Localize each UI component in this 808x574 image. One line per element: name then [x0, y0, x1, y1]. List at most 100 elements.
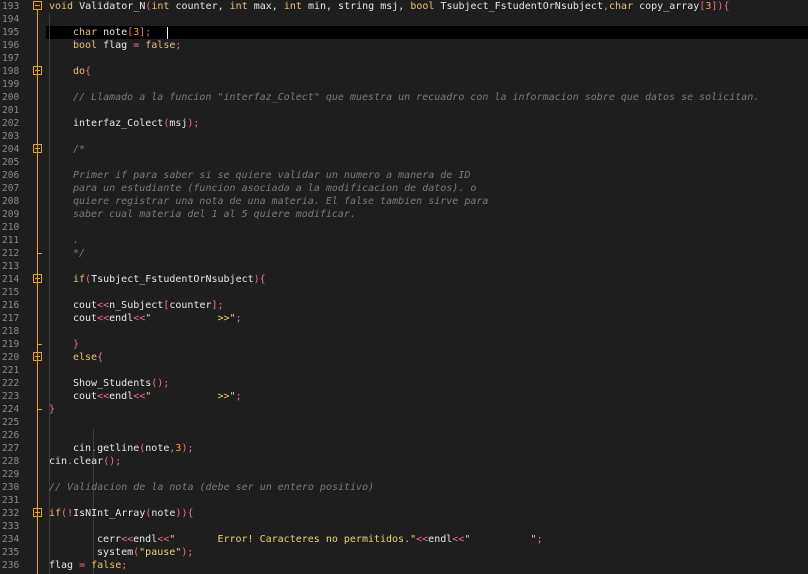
code-line[interactable]: 206 Primer if para saber si se quiere val…	[0, 169, 808, 182]
fold-end-marker	[37, 253, 42, 254]
code-line[interactable]: 210	[0, 221, 808, 234]
code-line[interactable]: 220 else{	[0, 351, 808, 364]
fold-toggle-icon[interactable]	[33, 352, 42, 361]
line-number: 235	[2, 547, 20, 558]
code-text: interfaz_Colect(msj);	[73, 118, 200, 129]
code-line[interactable]: 223 cout<<endl<<" >>";	[0, 390, 808, 403]
code-line[interactable]: 213	[0, 260, 808, 273]
code-line[interactable]: 230 // Validacion de la nota (debe ser un…	[0, 481, 808, 494]
line-number: 218	[2, 326, 20, 337]
code-line[interactable]: 194	[0, 13, 808, 26]
line-number: 227	[2, 443, 20, 454]
code-line[interactable]: 231	[0, 494, 808, 507]
code-line[interactable]: 218	[0, 325, 808, 338]
code-editor[interactable]: 193 void Validator_N(int counter, int max…	[0, 0, 808, 574]
line-number: 222	[2, 378, 20, 389]
code-line[interactable]: 208 quiere registrar una nota de una mate…	[0, 195, 808, 208]
code-line[interactable]: 212 */	[0, 247, 808, 260]
fold-toggle-icon[interactable]	[33, 274, 42, 283]
code-line[interactable]: 232 if(!IsNInt_Array(note)){	[0, 507, 808, 520]
line-number: 199	[2, 79, 20, 90]
fold-toggle-icon[interactable]	[33, 66, 42, 75]
line-number: 231	[2, 495, 20, 506]
line-number: 194	[2, 14, 20, 25]
code-line[interactable]: 224}	[0, 403, 808, 416]
code-line[interactable]: 195 char note[3];	[0, 26, 808, 39]
code-line[interactable]: 235 system("pause");	[0, 546, 808, 559]
line-number: 225	[2, 417, 20, 428]
code-line[interactable]: 204 /*	[0, 143, 808, 156]
line-number: 211	[2, 235, 20, 246]
code-line[interactable]: 228 cin.clear();	[0, 455, 808, 468]
code-line[interactable]: 226	[0, 429, 808, 442]
code-line[interactable]: 233	[0, 520, 808, 533]
code-line[interactable]: 211.	[0, 234, 808, 247]
line-number: 208	[2, 196, 20, 207]
line-number: 196	[2, 40, 20, 51]
line-number: 206	[2, 170, 20, 181]
code-line[interactable]: 209 saber cual materia del 1 al 5 quiere …	[0, 208, 808, 221]
code-line[interactable]: 201	[0, 104, 808, 117]
line-number: 230	[2, 482, 20, 493]
code-line[interactable]: 193 void Validator_N(int counter, int max…	[0, 0, 808, 13]
code-line[interactable]: 222 Show_Students();	[0, 377, 808, 390]
code-line[interactable]: 199	[0, 78, 808, 91]
line-number: 220	[2, 352, 20, 363]
line-number: 236	[2, 560, 20, 571]
code-line[interactable]: 219}	[0, 338, 808, 351]
line-number: 213	[2, 261, 20, 272]
code-line[interactable]: 236 flag = false;	[0, 559, 808, 572]
code-text: char note[3];	[73, 27, 152, 38]
line-number: 203	[2, 131, 20, 142]
code-text: para un estudiante (funcion asociada a l…	[73, 183, 477, 194]
code-line[interactable]: 198 do{	[0, 65, 808, 78]
code-text: cout<<endl<<" >>";	[73, 313, 242, 324]
fold-toggle-icon[interactable]	[33, 508, 42, 517]
line-number: 223	[2, 391, 20, 402]
fold-toggle-icon[interactable]	[33, 144, 42, 153]
code-text: cin.clear();	[49, 456, 122, 467]
code-line[interactable]: 234 cerr<<endl<<" Error! Caracteres no pe…	[0, 533, 808, 546]
code-line[interactable]: 200 // Llamado a la funcion "interfaz_Col…	[0, 91, 808, 104]
line-number: 214	[2, 274, 20, 285]
line-number: 200	[2, 92, 20, 103]
line-number: 212	[2, 248, 20, 259]
line-number: 234	[2, 534, 20, 545]
fold-toggle-icon[interactable]	[33, 1, 42, 10]
code-line[interactable]: 225	[0, 416, 808, 429]
code-line[interactable]: 214 if(Tsubject_FstudentOrNsubject){	[0, 273, 808, 286]
code-text: // Llamado a la funcion "interfaz_Colect…	[73, 92, 760, 103]
line-number: 226	[2, 430, 20, 441]
code-text: Primer if para saber si se quiere valida…	[73, 170, 471, 181]
code-line[interactable]: 229	[0, 468, 808, 481]
code-line[interactable]: 205	[0, 156, 808, 169]
line-number: 201	[2, 105, 20, 116]
line-number: 229	[2, 469, 20, 480]
code-line[interactable]: 217 cout<<endl<<" >>";	[0, 312, 808, 325]
code-text: }	[49, 404, 56, 415]
code-line[interactable]: 203	[0, 130, 808, 143]
line-number: 228	[2, 456, 20, 467]
code-text: quiere registrar una nota de una materia…	[73, 196, 489, 207]
code-line[interactable]: 207 para un estudiante (funcion asociada …	[0, 182, 808, 195]
line-number: 219	[2, 339, 20, 350]
code-line[interactable]: 202 interfaz_Colect(msj);	[0, 117, 808, 130]
code-line[interactable]: 197	[0, 52, 808, 65]
line-number: 216	[2, 300, 20, 311]
fold-end-marker	[37, 344, 42, 345]
code-line[interactable]: 221	[0, 364, 808, 377]
code-line[interactable]: 227 cin.getline(note,3);	[0, 442, 808, 455]
line-number: 207	[2, 183, 20, 194]
code-line[interactable]: 216 cout<<n_Subject[counter];	[0, 299, 808, 312]
code-line[interactable]: 196 bool flag = false;	[0, 39, 808, 52]
code-line[interactable]: 215	[0, 286, 808, 299]
code-text: flag = false;	[49, 560, 128, 571]
code-text: // Validacion de la nota (debe ser un en…	[49, 482, 375, 493]
line-number: 204	[2, 144, 20, 155]
code-text: if(!IsNInt_Array(note)){	[49, 508, 194, 519]
code-text: cin.getline(note,3);	[73, 443, 194, 454]
code-text: saber cual materia del 1 al 5 quiere mod…	[73, 209, 356, 220]
line-number: 217	[2, 313, 20, 324]
code-text: if(Tsubject_FstudentOrNsubject){	[73, 274, 266, 285]
line-number: 197	[2, 53, 20, 64]
